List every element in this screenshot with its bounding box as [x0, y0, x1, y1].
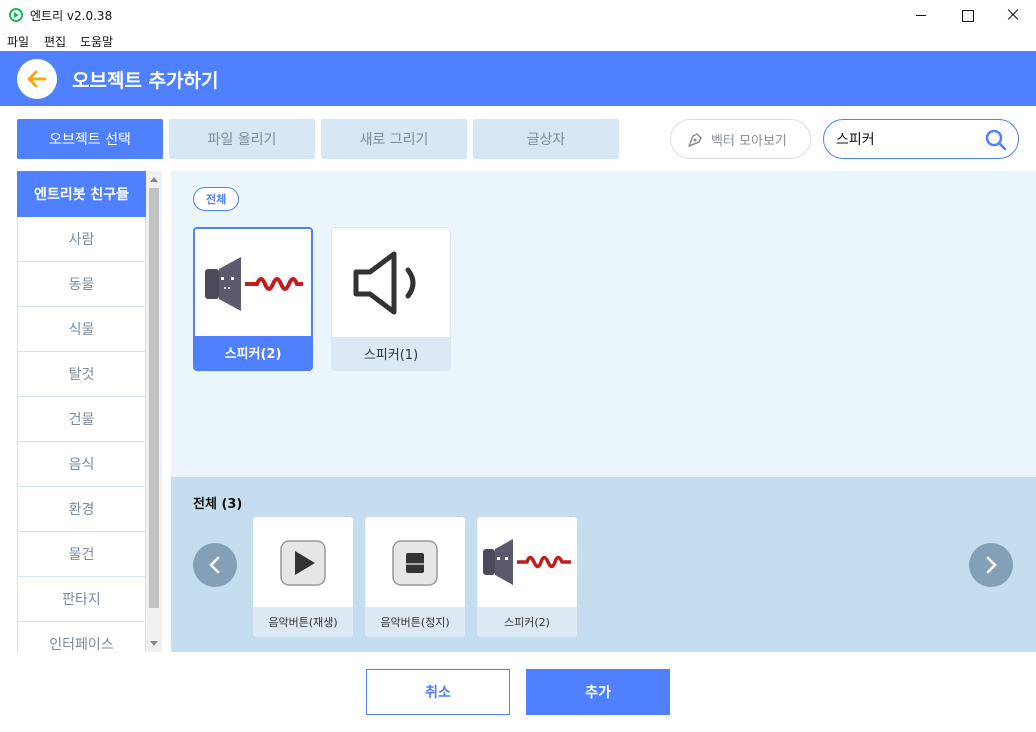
menu-file[interactable]: 파일 — [7, 33, 29, 50]
selected-item-play-button[interactable]: 음악버튼(재생) — [253, 517, 353, 637]
selected-item-speaker-2[interactable]: 스피커(2) — [477, 517, 577, 637]
cancel-button[interactable]: 취소 — [366, 669, 510, 715]
category-entrybot-friends[interactable]: 엔트리봇 친구들 — [17, 171, 146, 217]
result-thumb — [332, 228, 450, 338]
tab-new-drawing[interactable]: 새로 그리기 — [321, 119, 467, 159]
category-vehicles[interactable]: 탈것 — [17, 352, 146, 397]
category-interface[interactable]: 인터페이스 — [17, 622, 146, 652]
result-thumb — [195, 229, 311, 339]
category-fantasy[interactable]: 판타지 — [17, 577, 146, 622]
selected-item-stop-button[interactable]: 음악버튼(정지) — [365, 517, 465, 637]
back-arrow-icon — [27, 70, 47, 88]
tab-upload-file[interactable]: 파일 올리기 — [169, 119, 315, 159]
back-button[interactable] — [17, 59, 57, 99]
scroll-up-arrow-icon[interactable] — [150, 177, 158, 182]
category-things[interactable]: 물건 — [17, 532, 146, 577]
speaker-icon — [353, 251, 416, 315]
search-input[interactable] — [836, 129, 976, 149]
window-title: 엔트리 v2.0.38 — [30, 9, 113, 23]
window-titlebar: 엔트리 v2.0.38 — [0, 0, 1036, 30]
result-label: 스피커(1) — [332, 337, 450, 370]
stop-button-icon — [392, 540, 438, 586]
speaker-robot-icon — [483, 539, 571, 585]
selected-item-label: 음악버튼(정지) — [365, 607, 465, 637]
result-card-speaker-2[interactable]: 스피커(2) — [193, 227, 313, 371]
minimize-button[interactable] — [898, 0, 944, 30]
category-people[interactable]: 사람 — [17, 217, 146, 262]
selected-objects-strip: 전체 (3) 음악버튼(재생) 음악버튼(정지) 스피커(2) — [171, 477, 1036, 652]
search-box — [823, 119, 1019, 159]
add-button[interactable]: 추가 — [526, 669, 670, 715]
maximize-button[interactable] — [944, 0, 990, 30]
speaker-robot-icon — [205, 257, 303, 311]
strip-next-button[interactable] — [969, 543, 1013, 587]
pen-tool-icon — [688, 133, 702, 147]
menu-bar: 파일 편집 도움말 — [0, 30, 1036, 51]
page-title: 오브젝트 추가하기 — [72, 70, 219, 92]
result-label: 스피커(2) — [195, 336, 311, 369]
menu-edit[interactable]: 편집 — [44, 33, 66, 50]
strip-prev-button[interactable] — [193, 543, 237, 587]
result-card-speaker-1[interactable]: 스피커(1) — [331, 227, 451, 371]
search-icon[interactable] — [984, 128, 1008, 152]
tab-select-object[interactable]: 오브젝트 선택 — [17, 119, 163, 159]
chevron-left-icon — [209, 556, 220, 574]
category-animals[interactable]: 동물 — [17, 262, 146, 307]
sidebar-scrollbar[interactable] — [146, 171, 162, 652]
vector-collection-label: 벡터 모아보기 — [711, 133, 787, 149]
chevron-right-icon — [986, 556, 997, 574]
selected-count-title: 전체 (3) — [193, 497, 243, 512]
category-sidebar: 엔트리봇 친구들 사람 동물 식물 탈것 건물 음식 환경 물건 판타지 인터페… — [17, 171, 146, 652]
scroll-down-arrow-icon[interactable] — [150, 641, 158, 646]
selected-item-label: 음악버튼(재생) — [253, 607, 353, 637]
scroll-thumb[interactable] — [149, 188, 159, 608]
close-window-button[interactable] — [990, 0, 1036, 30]
selected-item-label: 스피커(2) — [477, 607, 577, 637]
dialog-header: 오브젝트 추가하기 — [0, 51, 1036, 106]
tab-text-box[interactable]: 글상자 — [473, 119, 619, 159]
app-logo-icon — [9, 8, 23, 22]
filter-all-pill[interactable]: 전체 — [193, 187, 240, 211]
play-button-icon — [280, 540, 326, 586]
vector-collection-button[interactable]: 벡터 모아보기 — [670, 119, 811, 159]
results-panel: 전체 스피커(2) 스피커(1) — [171, 171, 1036, 477]
category-plants[interactable]: 식물 — [17, 307, 146, 352]
category-food[interactable]: 음식 — [17, 442, 146, 487]
menu-help[interactable]: 도움말 — [80, 33, 113, 50]
category-environment[interactable]: 환경 — [17, 487, 146, 532]
category-buildings[interactable]: 건물 — [17, 397, 146, 442]
